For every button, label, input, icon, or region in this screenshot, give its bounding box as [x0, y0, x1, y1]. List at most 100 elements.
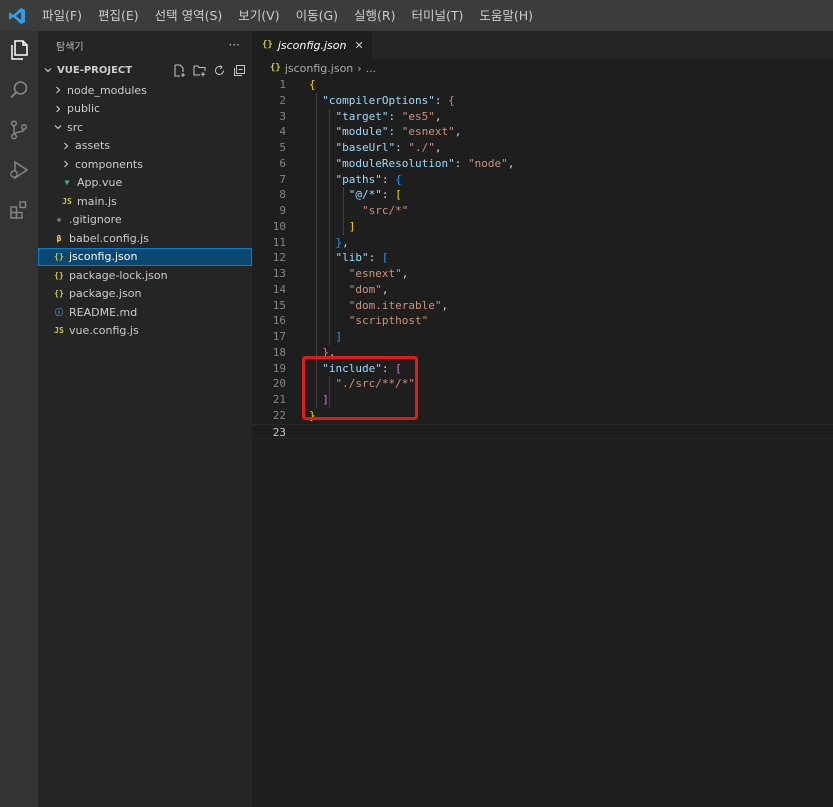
menu-item[interactable]: 보기(V): [230, 0, 287, 31]
breadcrumb: {} jsconfig.json › ...: [252, 59, 833, 77]
menu-item[interactable]: 터미널(T): [404, 0, 472, 31]
tree-file[interactable]: {} jsconfig.json: [38, 247, 252, 266]
close-icon[interactable]: ✕: [354, 39, 363, 52]
json-file-icon: {}: [54, 252, 64, 262]
source-control-icon[interactable]: [6, 117, 32, 143]
code-text: "compilerOptions": {: [322, 93, 455, 107]
chevron-right-icon: [60, 158, 72, 170]
code-line[interactable]: 17 ]: [252, 329, 833, 345]
code-line[interactable]: 3 "target": "es5",: [252, 109, 833, 125]
menu-item[interactable]: 편집(E): [90, 0, 147, 31]
menu-item[interactable]: 도움말(H): [471, 0, 541, 31]
code-text: "esnext",: [348, 267, 409, 280]
tree-file[interactable]: ◆ .gitignore: [38, 211, 252, 230]
activity-bar: [0, 31, 38, 807]
indent-guide: [329, 250, 330, 345]
tree-file[interactable]: ⓘ README.md: [38, 303, 252, 322]
code-line[interactable]: 5 "baseUrl": "./",: [252, 140, 833, 156]
code-text: ]: [348, 219, 356, 233]
code-line[interactable]: 12 "lib": [: [252, 250, 833, 266]
code-line[interactable]: 7 "paths": {: [252, 172, 833, 188]
chevron-down-icon: [52, 121, 64, 133]
code-text: "module": "esnext",: [335, 125, 462, 139]
line-number: 13: [272, 267, 286, 280]
line-number: 9: [279, 204, 286, 217]
new-folder-icon[interactable]: [192, 63, 206, 77]
line-number: 5: [279, 141, 286, 154]
tab-jsconfig[interactable]: {} jsconfig.json ✕: [252, 31, 372, 59]
tree-item-label: jsconfig.json: [69, 250, 138, 264]
code-line[interactable]: 11 },: [252, 235, 833, 251]
line-number: 1: [279, 78, 286, 91]
chevron-right-icon: [52, 103, 64, 115]
breadcrumb-symbol[interactable]: ...: [366, 62, 377, 75]
tree-file[interactable]: {} package.json: [38, 285, 252, 304]
project-folder-header[interactable]: VUE-PROJECT: [38, 59, 252, 81]
code-line[interactable]: 6 "moduleResolution": "node",: [252, 156, 833, 172]
tree-item-label: .gitignore: [69, 213, 122, 227]
tree-folder[interactable]: public: [38, 100, 252, 119]
line-number: 12: [272, 251, 286, 265]
tree-item-label: main.js: [77, 194, 117, 208]
line-number: 2: [279, 93, 286, 107]
json-file-icon: {}: [270, 63, 281, 73]
code-line[interactable]: 10 ]: [252, 219, 833, 235]
tree-folder[interactable]: node_modules: [38, 81, 252, 100]
tree-folder[interactable]: src: [38, 118, 252, 137]
tree-file[interactable]: JS vue.config.js: [38, 322, 252, 341]
code-line[interactable]: 15 "dom.iterable",: [252, 298, 833, 314]
run-debug-icon[interactable]: [6, 157, 32, 183]
code-line[interactable]: 23: [252, 423, 833, 440]
refresh-icon[interactable]: [212, 63, 226, 77]
code-text: },: [335, 235, 349, 249]
menu-item[interactable]: 이동(G): [288, 0, 346, 31]
code-text: {: [309, 78, 316, 91]
collapse-all-icon[interactable]: [232, 63, 246, 77]
new-file-icon[interactable]: [172, 63, 186, 77]
tree-item-label: node_modules: [67, 83, 147, 97]
code-text: "scripthost": [348, 314, 429, 328]
line-number: 22: [272, 408, 286, 422]
code-line[interactable]: 14 "dom",: [252, 282, 833, 298]
tree-item-label: vue.config.js: [69, 324, 139, 338]
info-file-icon: ⓘ: [55, 307, 63, 317]
json-file-icon: {}: [54, 289, 64, 299]
line-number: 11: [272, 235, 286, 249]
tree-item-label: components: [75, 157, 143, 171]
tree-file[interactable]: β babel.config.js: [38, 229, 252, 248]
code-line[interactable]: 2 "compilerOptions": {: [252, 93, 833, 109]
explorer-icon[interactable]: [6, 37, 32, 63]
code-line[interactable]: 13 "esnext",: [252, 266, 833, 282]
tree-folder[interactable]: assets: [38, 137, 252, 156]
tree-file[interactable]: {} package-lock.json: [38, 266, 252, 285]
more-actions-button[interactable]: ···: [229, 38, 240, 52]
code-line[interactable]: 9 "src/*": [252, 203, 833, 219]
tree-item-label: assets: [75, 139, 111, 153]
tree-file[interactable]: JS main.js: [38, 192, 252, 211]
line-number: 20: [272, 377, 286, 391]
title-bar: 파일(F) 편집(E) 선택 영역(S) 보기(V) 이동(G) 실행(R) 터미널(T) 도…: [0, 0, 833, 31]
breadcrumb-file[interactable]: jsconfig.json: [285, 62, 353, 75]
code-line[interactable]: 4 "module": "esnext",: [252, 124, 833, 140]
tab-label: jsconfig.json: [277, 38, 347, 52]
tree-folder[interactable]: components: [38, 155, 252, 174]
extensions-icon[interactable]: [6, 197, 32, 223]
js-file-icon: JS: [62, 196, 72, 206]
json-file-icon: {}: [54, 270, 64, 280]
explorer-sidebar: 탐색기 ··· VUE-PROJECT node_modules public sr…: [38, 31, 252, 807]
line-number: 18: [272, 345, 286, 359]
vscode-logo-icon: [0, 0, 34, 31]
tree-file[interactable]: ▼ App.vue: [38, 174, 252, 193]
code-line[interactable]: 16 "scripthost": [252, 313, 833, 329]
line-number: 19: [272, 361, 286, 375]
menu-item[interactable]: 선택 영역(S): [147, 0, 231, 31]
file-tree: node_modulespublic src assets components ▼ Ap…: [38, 81, 252, 340]
menu-item[interactable]: 파일(F): [34, 0, 90, 31]
code-text: "dom",: [348, 282, 389, 296]
tree-item-label: src: [67, 120, 84, 134]
git-file-icon: ◆: [56, 215, 62, 225]
code-line[interactable]: 8 "@/*": [: [252, 187, 833, 203]
code-line[interactable]: 1{: [252, 77, 833, 93]
search-icon[interactable]: [6, 77, 32, 103]
menu-item[interactable]: 실행(R): [346, 0, 403, 31]
